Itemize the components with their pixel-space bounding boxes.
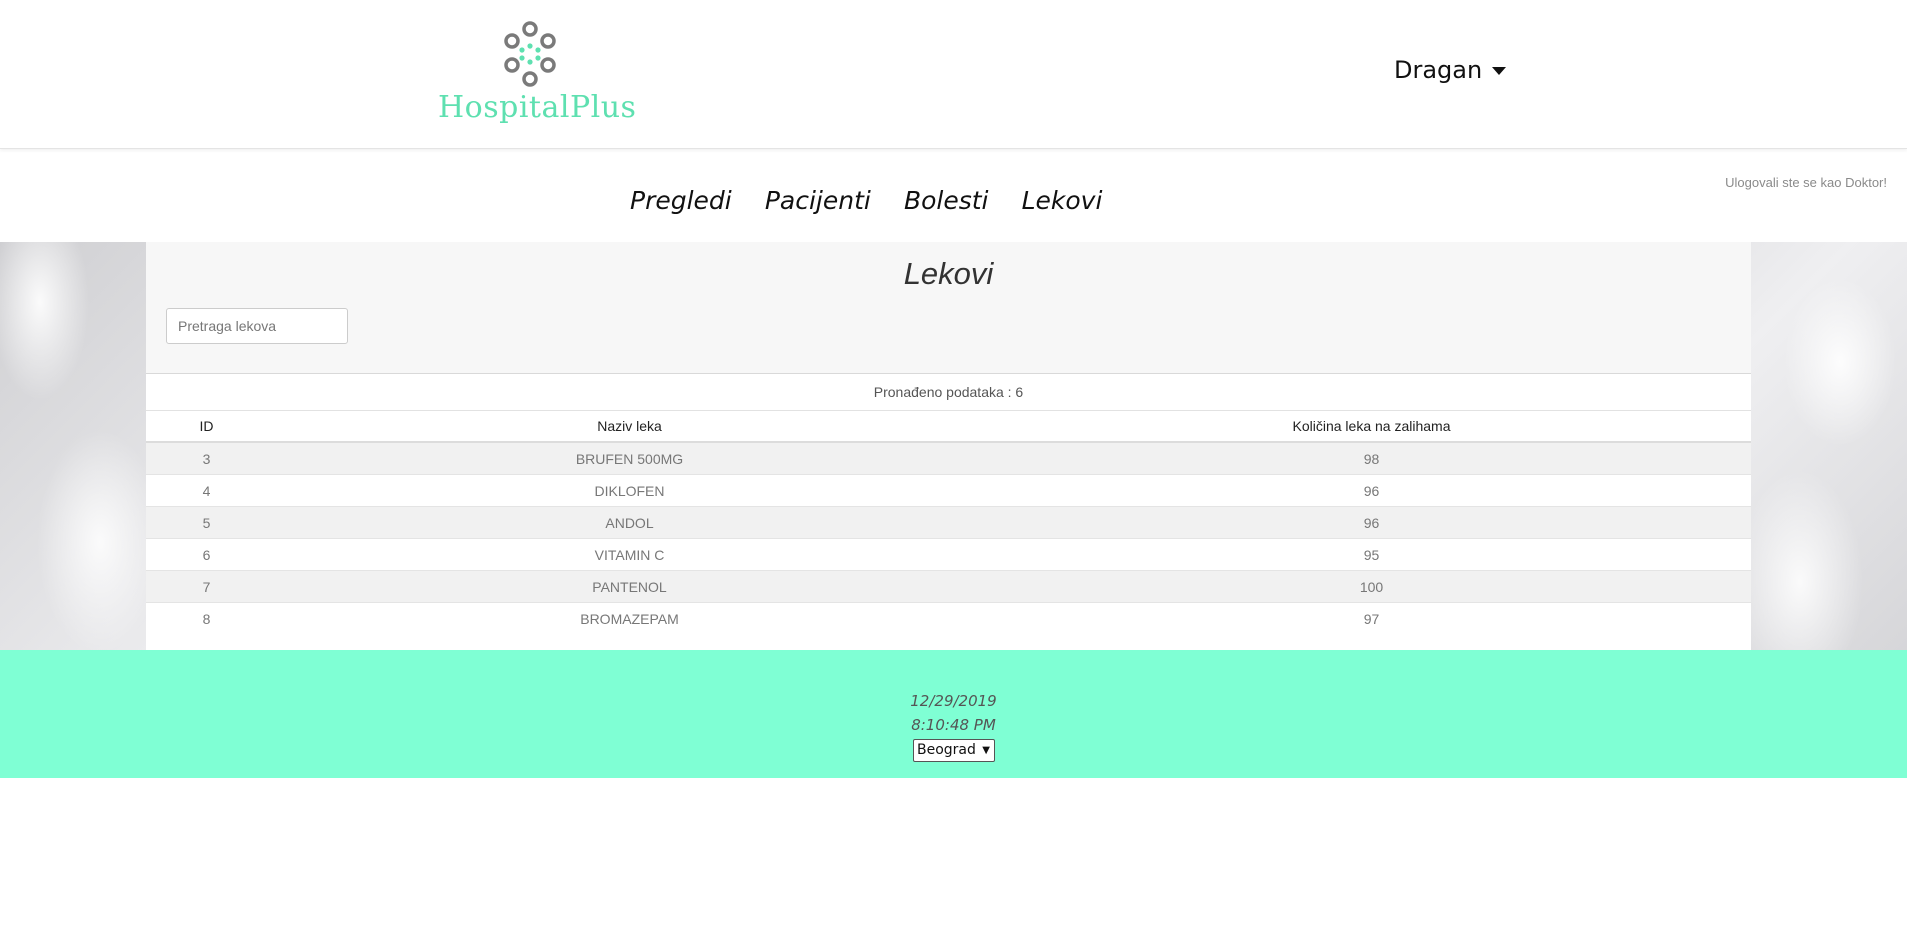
city-select[interactable]: Beograd ▼ (913, 739, 995, 762)
cell-quantity: 96 (992, 506, 1751, 539)
footer: 12/29/2019 8:10:48 PM Beograd ▼ (0, 650, 1907, 778)
table-header-row: ID Naziv leka Količina leka na zalihama (146, 411, 1751, 443)
footer-time: 8:10:48 PM (911, 716, 996, 734)
user-menu-dropdown[interactable]: Dragan (1394, 56, 1507, 84)
cell-id: 5 (146, 506, 267, 539)
cell-name: PANTENOL (267, 570, 992, 603)
cell-quantity: 98 (992, 441, 1751, 475)
nav-item-pregledi[interactable]: Pregledi (630, 186, 732, 215)
panel-header: Lekovi (146, 242, 1751, 374)
brand-name: HospitalPlus (438, 90, 637, 125)
main-nav: Pregledi Pacijenti Bolesti Lekovi (0, 186, 1907, 215)
table-row[interactable]: 8 BROMAZEPAM 97 (146, 602, 1751, 634)
table-row[interactable]: 7 PANTENOL 100 (146, 570, 1751, 603)
caret-down-icon (1492, 67, 1507, 75)
cell-name: BRUFEN 500MG (267, 441, 992, 475)
logo[interactable]: HospitalPlus (438, 18, 637, 128)
nav-item-bolesti[interactable]: Bolesti (904, 186, 989, 215)
column-header-quantity[interactable]: Količina leka na zalihama (992, 411, 1751, 443)
caret-down-icon: ▼ (982, 745, 990, 756)
molecule-ring-icon (504, 21, 556, 87)
cell-quantity: 97 (992, 602, 1751, 634)
header: HospitalPlus Dragan (0, 0, 1907, 149)
cell-id: 8 (146, 602, 267, 634)
table-row[interactable]: 4 DIKLOFEN 96 (146, 474, 1751, 507)
login-status-note: Ulogovali ste se kao Doktor! (1725, 175, 1887, 190)
column-header-name[interactable]: Naziv leka (267, 411, 992, 443)
search-input[interactable] (166, 308, 348, 344)
medicines-table: ID Naziv leka Količina leka na zalihama … (146, 411, 1751, 634)
nav-item-pacijenti[interactable]: Pacijenti (765, 186, 871, 215)
cell-quantity: 100 (992, 570, 1751, 603)
cell-quantity: 95 (992, 538, 1751, 571)
table-row[interactable]: 6 VITAMIN C 95 (146, 538, 1751, 571)
city-select-value: Beograd (917, 742, 976, 758)
nav-item-lekovi[interactable]: Lekovi (1022, 186, 1103, 215)
table-row[interactable]: 5 ANDOL 96 (146, 506, 1751, 539)
column-header-id[interactable]: ID (146, 411, 267, 443)
user-name: Dragan (1394, 56, 1483, 84)
cell-id: 3 (146, 441, 267, 475)
page-title: Lekovi (903, 256, 994, 291)
cell-name: DIKLOFEN (267, 474, 992, 507)
result-count: Pronađeno podataka : 6 (146, 374, 1751, 411)
cell-quantity: 96 (992, 474, 1751, 507)
cell-id: 7 (146, 570, 267, 603)
footer-date: 12/29/2019 (910, 692, 997, 710)
cell-name: BROMAZEPAM (267, 602, 992, 634)
cell-name: VITAMIN C (267, 538, 992, 571)
main-panel: Lekovi Pronađeno podataka : 6 ID Naziv l… (146, 242, 1751, 650)
cell-id: 6 (146, 538, 267, 571)
cell-name: ANDOL (267, 506, 992, 539)
cell-id: 4 (146, 474, 267, 507)
table-row[interactable]: 3 BRUFEN 500MG 98 (146, 441, 1751, 475)
